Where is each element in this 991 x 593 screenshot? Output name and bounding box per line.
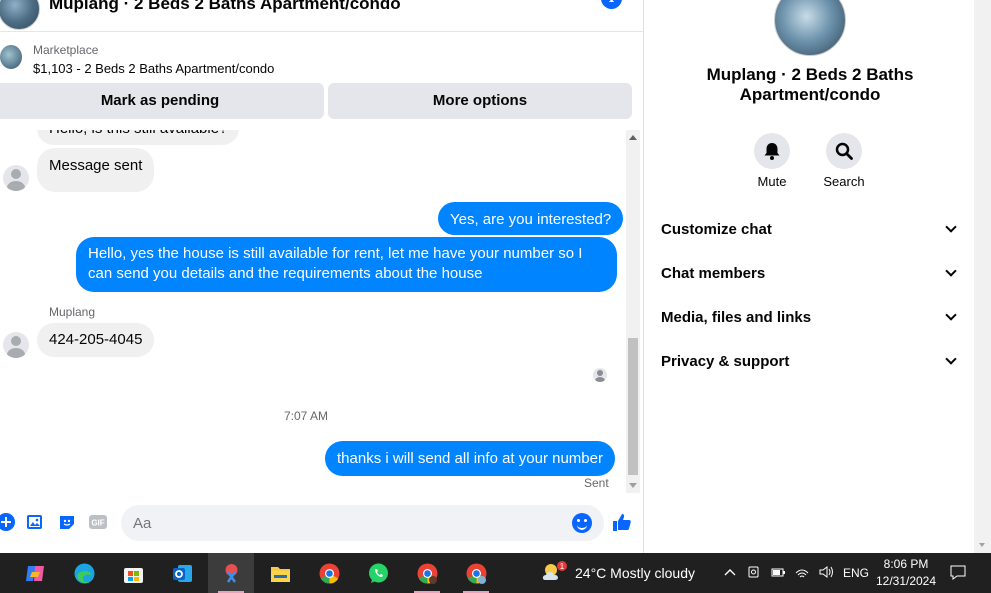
conversation-avatar[interactable] xyxy=(0,0,40,30)
svg-text:1: 1 xyxy=(560,562,565,571)
chevron-down-icon xyxy=(945,221,957,233)
volume-icon[interactable] xyxy=(818,564,834,580)
outgoing-message: Hello, yes the house is still available … xyxy=(76,237,617,292)
wifi-icon[interactable] xyxy=(794,564,810,580)
snipping-tool-icon xyxy=(225,564,238,583)
whatsapp-icon xyxy=(369,563,388,583)
emoji-icon[interactable] xyxy=(572,513,592,533)
more-options-button[interactable]: More options xyxy=(328,83,632,119)
section-label: Media, files and links xyxy=(661,309,812,326)
marketplace-listing-bar: Marketplace $1,103 - 2 Beds 2 Baths Apar… xyxy=(0,33,643,125)
windows-taskbar: 1 24°C Mostly cloudy ENG 8:06 PM 12/31/2… xyxy=(0,553,991,593)
avatar[interactable] xyxy=(3,332,29,358)
sent-status: Sent xyxy=(584,476,609,490)
scroll-up-arrow-icon[interactable] xyxy=(629,135,637,140)
search-label: Search xyxy=(823,174,865,189)
conversation-info-title: Muplang · 2 Beds 2 Baths Apartment/condo xyxy=(706,65,914,104)
privacy-support-section[interactable]: Privacy & support xyxy=(661,347,959,377)
message-input[interactable] xyxy=(121,505,604,541)
incoming-message: 424-205-4045 xyxy=(37,323,155,357)
thumbs-up-icon[interactable] xyxy=(611,511,633,533)
outgoing-message: Yes, are you interested? xyxy=(438,202,624,235)
meet-now-icon[interactable] xyxy=(746,564,762,580)
chevron-down-icon xyxy=(945,265,957,277)
time-divider: 7:07 AM xyxy=(283,409,329,423)
scroll-down-arrow-icon[interactable] xyxy=(979,543,985,547)
chevron-down-icon xyxy=(945,353,957,365)
conversation-info-avatar[interactable] xyxy=(774,0,846,56)
notification-icon[interactable] xyxy=(949,563,967,581)
mute-label: Mute xyxy=(757,174,787,189)
svg-text:GIF: GIF xyxy=(91,519,104,528)
copilot-icon xyxy=(26,566,44,581)
section-label: Privacy & support xyxy=(661,353,790,370)
chevron-down-icon xyxy=(945,309,957,321)
weather-summary[interactable]: 24°C Mostly cloudy xyxy=(575,565,695,581)
gif-icon[interactable]: GIF xyxy=(88,512,108,532)
chrome-app[interactable] xyxy=(306,553,352,593)
chat-members-section[interactable]: Chat members xyxy=(661,259,959,289)
sticker-icon[interactable] xyxy=(57,512,77,532)
outgoing-message: thanks i will send all info at your numb… xyxy=(325,441,615,476)
edge-app[interactable] xyxy=(61,553,107,593)
chrome-profile-icon xyxy=(466,563,487,584)
listing-source: Marketplace xyxy=(33,43,99,57)
outlook-app[interactable] xyxy=(159,553,205,593)
conversation-info-pane: Muplang · 2 Beds 2 Baths Apartment/condo… xyxy=(645,0,974,553)
photo-icon[interactable] xyxy=(25,512,45,532)
section-label: Customize chat xyxy=(661,221,772,238)
sender-name: Muplang xyxy=(49,305,96,319)
weather-cloudy-icon[interactable]: 1 xyxy=(540,560,570,586)
folder-icon xyxy=(271,567,290,582)
snipping-tool-app[interactable] xyxy=(208,553,254,593)
mute-button[interactable]: Mute xyxy=(737,133,807,189)
edge-icon xyxy=(74,563,95,584)
clock-date[interactable]: 12/31/2024 xyxy=(870,574,942,588)
avatar[interactable] xyxy=(3,165,29,191)
clock-time[interactable]: 8:06 PM xyxy=(870,557,942,571)
chrome-icon xyxy=(319,563,340,584)
whatsapp-app[interactable] xyxy=(355,553,401,593)
chrome-profile-user-app[interactable] xyxy=(453,553,499,593)
chrome-profile-c-app[interactable] xyxy=(404,553,450,593)
language-indicator[interactable]: ENG xyxy=(843,566,869,580)
incoming-message: Hello, is this still available? xyxy=(37,130,240,145)
store-icon xyxy=(124,568,143,583)
chrome-profile-icon xyxy=(417,563,438,584)
listing-thumbnail[interactable] xyxy=(0,45,22,69)
chevron-up-icon[interactable] xyxy=(722,564,738,580)
page-scrollbar[interactable] xyxy=(974,0,991,553)
store-app[interactable] xyxy=(110,553,156,593)
chat-scrollbar[interactable] xyxy=(626,130,640,493)
mark-as-pending-button[interactable]: Mark as pending xyxy=(0,83,324,119)
scroll-down-arrow-icon[interactable] xyxy=(629,483,637,488)
file-explorer-app[interactable] xyxy=(257,553,303,593)
plus-icon[interactable] xyxy=(0,512,16,532)
customize-chat-section[interactable]: Customize chat xyxy=(661,215,959,245)
scrollbar-thumb[interactable] xyxy=(628,338,638,475)
battery-icon[interactable] xyxy=(770,564,786,580)
copilot-app[interactable] xyxy=(12,553,58,593)
message-list: Hello, is this still available? Message … xyxy=(0,130,626,495)
chat-pane: Muplang · 2 Beds 2 Baths Apartment/condo… xyxy=(0,0,644,553)
media-files-links-section[interactable]: Media, files and links xyxy=(661,303,959,333)
search-button[interactable]: Search xyxy=(809,133,879,189)
bell-icon xyxy=(754,133,790,169)
conversation-title[interactable]: Muplang · 2 Beds 2 Baths Apartment/condo xyxy=(49,0,401,14)
incoming-message: Message sent xyxy=(37,148,155,192)
seen-indicator-avatar xyxy=(593,368,607,382)
info-icon[interactable]: i xyxy=(601,0,622,9)
section-label: Chat members xyxy=(661,265,766,282)
search-icon xyxy=(826,133,862,169)
listing-title[interactable]: $1,103 - 2 Beds 2 Baths Apartment/condo xyxy=(33,61,274,76)
outlook-icon xyxy=(173,565,192,582)
chat-header: Muplang · 2 Beds 2 Baths Apartment/condo… xyxy=(0,0,643,32)
message-composer: GIF xyxy=(0,500,643,548)
